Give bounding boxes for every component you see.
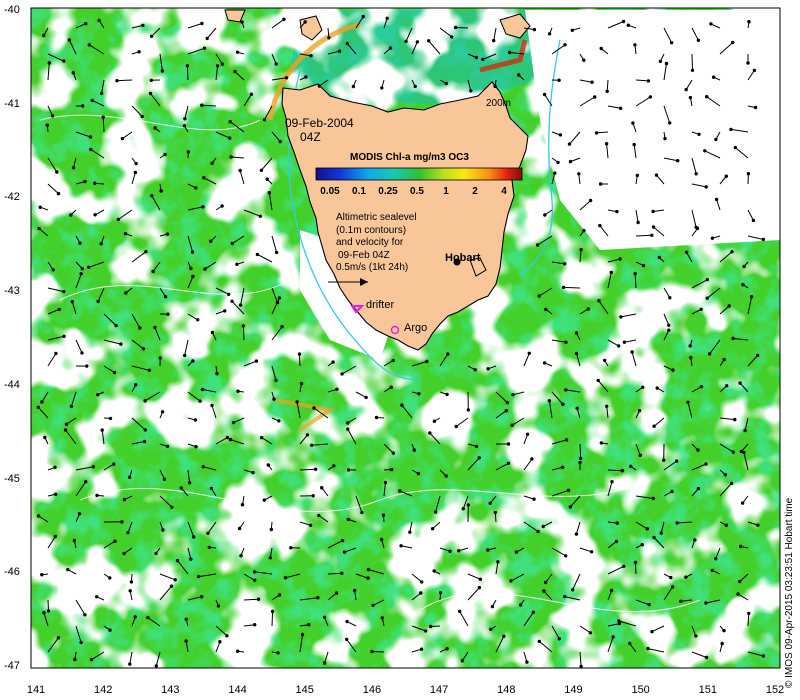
- x-tick-label: 145: [295, 684, 314, 696]
- colorbar-tick: 0.25: [378, 186, 398, 197]
- x-tick-label: 149: [564, 684, 583, 696]
- legend-line-3: and velocity for: [336, 237, 404, 248]
- date-label: 09-Feb-2004: [285, 116, 354, 130]
- legend-line-2: (0.1m contours): [336, 224, 407, 236]
- x-tick-label: 141: [26, 684, 46, 696]
- x-tick-label: 142: [93, 684, 113, 696]
- colorbar-tick: 0.05: [320, 186, 340, 197]
- y-tick-label: -43: [4, 285, 20, 298]
- legend-line-4: 09-Feb 04Z: [338, 249, 390, 261]
- legend-line-5: 0.5m/s (1kt 24h): [336, 262, 409, 273]
- colorbar-title: MODIS Chl-a mg/m3 OC3: [350, 152, 469, 163]
- y-tick-label: -44: [4, 378, 20, 391]
- x-tick-label: 148: [497, 684, 516, 696]
- colorbar-tick: 2: [472, 186, 478, 197]
- argo-label: Argo: [404, 322, 428, 334]
- colorbar-tick: 1: [443, 186, 449, 197]
- drifter-label: drifter: [366, 299, 395, 311]
- y-tick-label: -40: [4, 4, 20, 16]
- chlorophyll-map: MODIS Chl-a mg/m3 OC3: [30, 7, 781, 669]
- y-tick-label: -47: [4, 660, 20, 672]
- legend-text: Altimetric sealevel (0.1m contours) and …: [336, 212, 417, 275]
- colorbar-tick: 4: [501, 186, 507, 197]
- legend-line-1: Altimetric sealevel: [336, 212, 417, 223]
- city-label: Hobart: [445, 252, 481, 264]
- time-label: 04Z: [300, 130, 321, 144]
- x-tick-label: 146: [362, 684, 382, 696]
- colorbar-tick: 0.5: [410, 186, 424, 197]
- y-tick-label: -42: [4, 191, 20, 204]
- y-tick-label: -46: [4, 566, 20, 579]
- depth-contour-label: 200m: [486, 98, 512, 109]
- colorbar-tick: 0.1: [352, 186, 366, 197]
- x-tick-label: 144: [228, 684, 247, 696]
- x-tick-label: 152: [765, 684, 785, 696]
- copyright-stamp: © IMOS 09-Apr-2015 03:23:51 Hobart time: [784, 497, 795, 688]
- x-tick-label: 151: [698, 684, 717, 696]
- y-tick-label: -41: [4, 97, 20, 110]
- y-tick-label: -45: [4, 472, 20, 485]
- x-tick-label: 147: [429, 684, 449, 696]
- x-tick-label: 150: [631, 684, 650, 696]
- x-tick-label: 143: [161, 684, 180, 696]
